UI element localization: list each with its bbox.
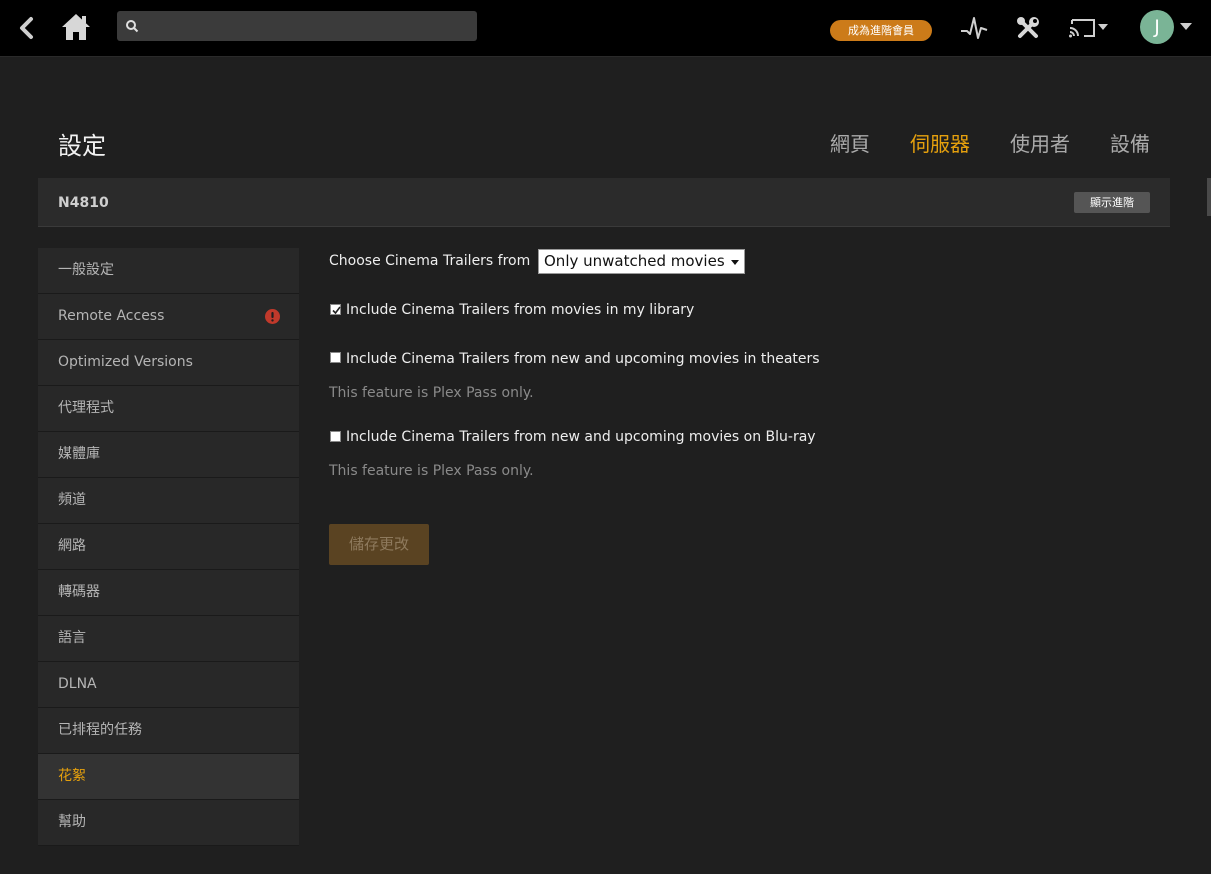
sidebar-item-languages[interactable]: 語言 — [38, 616, 299, 662]
search-box[interactable] — [117, 11, 477, 43]
library-trailers-label[interactable]: Include Cinema Trailers from movies in m… — [346, 302, 694, 318]
settings-sidebar: 一般設定 Remote Access Optimized Versions 代理… — [38, 248, 299, 846]
trailers-source-label: Choose Cinema Trailers from — [329, 253, 531, 269]
tools-icon — [1017, 17, 1039, 38]
sidebar-item-label: 媒體庫 — [58, 446, 100, 462]
home-icon — [62, 14, 90, 40]
search-icon — [126, 20, 139, 33]
sidebar-item-label: 代理程式 — [58, 400, 114, 416]
top-bar: 成為進階會員 J — [0, 0, 1211, 57]
activity-button[interactable] — [960, 14, 988, 42]
cast-icon — [1069, 19, 1108, 38]
chevron-down-icon — [1180, 23, 1192, 30]
checkmark-icon — [332, 306, 341, 315]
sidebar-item-dlna[interactable]: DLNA — [38, 662, 299, 708]
server-bar: N4810 顯示進階 — [38, 178, 1170, 227]
tab-server[interactable]: 伺服器 — [910, 128, 970, 157]
sidebar-item-label: 網路 — [58, 538, 86, 554]
tab-web[interactable]: 網頁 — [830, 128, 870, 157]
plex-pass-note: This feature is Plex Pass only. — [329, 463, 534, 479]
user-menu-button[interactable]: J — [1140, 10, 1194, 46]
cast-button[interactable] — [1068, 16, 1114, 40]
search-input[interactable] — [145, 11, 469, 43]
plex-pass-note: This feature is Plex Pass only. — [329, 385, 534, 401]
sidebar-item-channels[interactable]: 頻道 — [38, 478, 299, 524]
avatar: J — [1140, 10, 1174, 44]
library-trailers-checkbox[interactable] — [330, 304, 341, 315]
sidebar-item-agents[interactable]: 代理程式 — [38, 386, 299, 432]
sidebar-item-general[interactable]: 一般設定 — [38, 248, 299, 294]
page-title: 設定 — [58, 132, 106, 160]
sidebar-item-label: 語言 — [58, 630, 86, 646]
select-value: Only unwatched movies — [544, 252, 725, 270]
settings-tools-button[interactable] — [1014, 14, 1042, 42]
server-name: N4810 — [58, 195, 109, 211]
tab-devices[interactable]: 設備 — [1110, 128, 1150, 157]
sidebar-item-library[interactable]: 媒體庫 — [38, 432, 299, 478]
sidebar-item-label: 一般設定 — [58, 262, 114, 278]
bluray-trailers-label[interactable]: Include Cinema Trailers from new and upc… — [346, 429, 816, 445]
sidebar-item-label: 已排程的任務 — [58, 722, 142, 738]
back-button[interactable] — [14, 14, 40, 42]
sidebar-item-help[interactable]: 幫助 — [38, 800, 299, 846]
sidebar-item-scheduled-tasks[interactable]: 已排程的任務 — [38, 708, 299, 754]
sidebar-item-label: Optimized Versions — [58, 354, 193, 370]
sidebar-item-transcoder[interactable]: 轉碼器 — [38, 570, 299, 616]
sidebar-item-label: 花絮 — [58, 768, 86, 784]
tab-users[interactable]: 使用者 — [1010, 128, 1070, 157]
sidebar-item-optimized-versions[interactable]: Optimized Versions — [38, 340, 299, 386]
sidebar-item-network[interactable]: 網路 — [38, 524, 299, 570]
scrollbar[interactable] — [1207, 178, 1211, 216]
theater-trailers-checkbox[interactable] — [330, 352, 341, 363]
sidebar-item-label: DLNA — [58, 676, 97, 692]
sidebar-item-label: 轉碼器 — [58, 584, 100, 600]
chevron-down-icon — [731, 260, 739, 265]
go-premium-button[interactable]: 成為進階會員 — [830, 20, 932, 41]
save-changes-button[interactable]: 儲存更改 — [329, 524, 429, 565]
sidebar-item-label: Remote Access — [58, 308, 165, 324]
back-icon — [20, 17, 33, 39]
theater-trailers-label[interactable]: Include Cinema Trailers from new and upc… — [346, 351, 820, 367]
sidebar-item-label: 幫助 — [58, 814, 86, 830]
home-button[interactable] — [60, 12, 92, 42]
alert-icon — [265, 309, 280, 324]
trailers-source-select[interactable]: Only unwatched movies — [538, 249, 745, 274]
show-advanced-button[interactable]: 顯示進階 — [1074, 192, 1150, 213]
activity-icon — [961, 17, 988, 39]
sidebar-item-remote-access[interactable]: Remote Access — [38, 294, 299, 340]
sidebar-item-extras[interactable]: 花絮 — [38, 754, 299, 800]
bluray-trailers-checkbox[interactable] — [330, 431, 341, 442]
sidebar-item-label: 頻道 — [58, 492, 86, 508]
